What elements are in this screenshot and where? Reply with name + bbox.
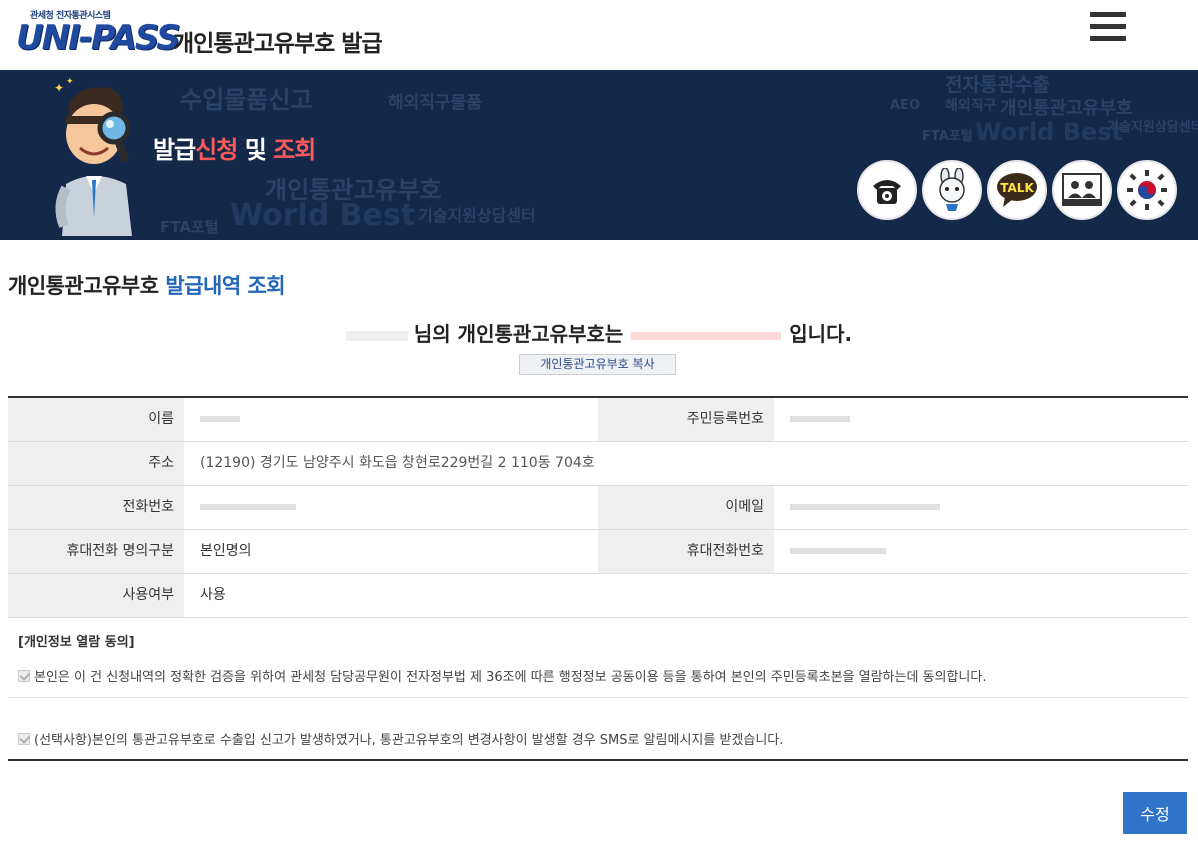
- consent-title: [개인정보 열람 동의]: [18, 635, 135, 650]
- kakao-talk-icon[interactable]: TALK: [987, 160, 1047, 220]
- redacted-value: [790, 416, 850, 422]
- chatbot-character-icon[interactable]: [922, 160, 982, 220]
- inspector-character-icon: ✦ ✦: [54, 77, 132, 236]
- mobile-type-label: 휴대전화 명의구분: [8, 530, 184, 573]
- bg-word: 수입물품신고: [180, 86, 313, 114]
- address-value: (12190) 경기도 남양주시 화도읍 창현로229번길 2 110동 704…: [200, 455, 595, 471]
- name-label: 이름: [8, 398, 184, 441]
- usage-label: 사용여부: [8, 574, 184, 617]
- banner-title-highlight: 신청: [195, 136, 238, 164]
- banner-title-part: 발급: [153, 136, 196, 164]
- result-message: 님의 개인통관고유부호는 입니다.: [0, 318, 1198, 347]
- banner-title: 발급신청 및 조회: [153, 130, 316, 165]
- redacted-value: [200, 504, 296, 510]
- sms-consent-checkbox[interactable]: [18, 733, 30, 745]
- section-title-highlight: 발급내역 조회: [165, 274, 286, 298]
- email-label: 이메일: [598, 486, 774, 529]
- bg-word: 해외직구물품: [388, 93, 482, 113]
- bg-word: AEO: [890, 98, 920, 113]
- svg-text:✦: ✦: [54, 81, 64, 95]
- table-row: 이름 주민등록번호: [8, 398, 1188, 442]
- consent-item: 본인은 이 건 신청내역의 정확한 검증을 위하여 관세청 담당공무원이 전자정…: [18, 666, 986, 685]
- rrn-label: 주민등록번호: [598, 398, 774, 441]
- consent-checkbox[interactable]: [18, 670, 30, 682]
- banner: 수입물품신고 해외직구물품 개인통관고유부호 World Best 기술지원상담…: [0, 70, 1198, 240]
- logo-text: UNI-PASS: [16, 18, 181, 58]
- section-title: 개인통관고유부호 발급내역 조회: [8, 270, 286, 300]
- info-table: 이름 주민등록번호 주소 (12190) 경기도 남양주시 화도읍 창현로229…: [8, 396, 1188, 618]
- name-value: [184, 398, 598, 441]
- redacted-value: [200, 416, 240, 422]
- email-value: [774, 486, 1188, 529]
- mobile-value: [774, 530, 1188, 573]
- table-row: 주소 (12190) 경기도 남양주시 화도읍 창현로229번길 2 110동 …: [8, 442, 1188, 486]
- banner-title-highlight: 조회: [273, 136, 316, 164]
- page-title: 개인통관고유부호 발급: [173, 31, 383, 57]
- bg-word: FTA포털: [922, 129, 973, 144]
- copy-code-button[interactable]: 개인통관고유부호 복사: [519, 354, 676, 375]
- talk-label: TALK: [1000, 181, 1034, 195]
- redacted-customs-code: [631, 331, 782, 340]
- remote-support-icon[interactable]: [1052, 160, 1112, 220]
- phone-value: [184, 486, 598, 529]
- phone-label: 전화번호: [8, 486, 184, 529]
- bg-word: 해외직구: [945, 98, 997, 114]
- table-row: 휴대전화 명의구분 본인명의 휴대전화번호: [8, 530, 1188, 574]
- bg-word: World Best: [975, 118, 1124, 146]
- redacted-value: [790, 504, 940, 510]
- address-label: 주소: [8, 442, 184, 485]
- mobile-type-value: 본인명의: [200, 543, 252, 559]
- bg-word: FTA포털: [160, 218, 219, 236]
- bg-word: World Best: [230, 198, 416, 233]
- redacted-value: [790, 548, 886, 554]
- bg-word: 전자통관수출: [945, 74, 1050, 96]
- consent-text: 본인은 이 건 신청내역의 정확한 검증을 위하여 관세청 담당공무원이 전자정…: [34, 670, 987, 685]
- result-text: 님의 개인통관고유부호는: [413, 322, 624, 346]
- mobile-label: 휴대전화번호: [598, 530, 774, 573]
- government-emblem-icon[interactable]: [1117, 160, 1177, 220]
- section-title-part: 개인통관고유부호: [8, 274, 166, 298]
- result-text-end: 입니다.: [789, 322, 853, 346]
- consent-text: (선택사항)본인의 통관고유부호로 수출입 신고가 발생하였거나, 통관고유부호…: [34, 733, 784, 748]
- hamburger-menu-icon[interactable]: [1090, 12, 1126, 44]
- unipass-logo[interactable]: 관세청 전자통관시스템 UNI-PASS: [16, 8, 181, 60]
- telephone-icon[interactable]: [857, 160, 917, 220]
- table-row: 사용여부 사용: [8, 574, 1188, 618]
- banner-title-part: 및: [237, 136, 274, 164]
- consent-item: (선택사항)본인의 통관고유부호로 수출입 신고가 발생하였거나, 통관고유부호…: [18, 729, 783, 748]
- header: 관세청 전자통관시스템 UNI-PASS 개인통관고유부호 발급: [0, 0, 1198, 70]
- redacted-name: [345, 330, 408, 341]
- divider: [8, 759, 1188, 761]
- bg-word: 기술지원상담센터: [1107, 120, 1198, 135]
- bg-word: 기술지원상담센터: [418, 206, 536, 225]
- rrn-value: [774, 398, 1188, 441]
- svg-text:✦: ✦: [66, 77, 74, 87]
- table-row: 전화번호 이메일: [8, 486, 1188, 530]
- divider: [8, 697, 1188, 698]
- usage-value: 사용: [200, 587, 226, 603]
- edit-button[interactable]: 수정: [1123, 792, 1187, 834]
